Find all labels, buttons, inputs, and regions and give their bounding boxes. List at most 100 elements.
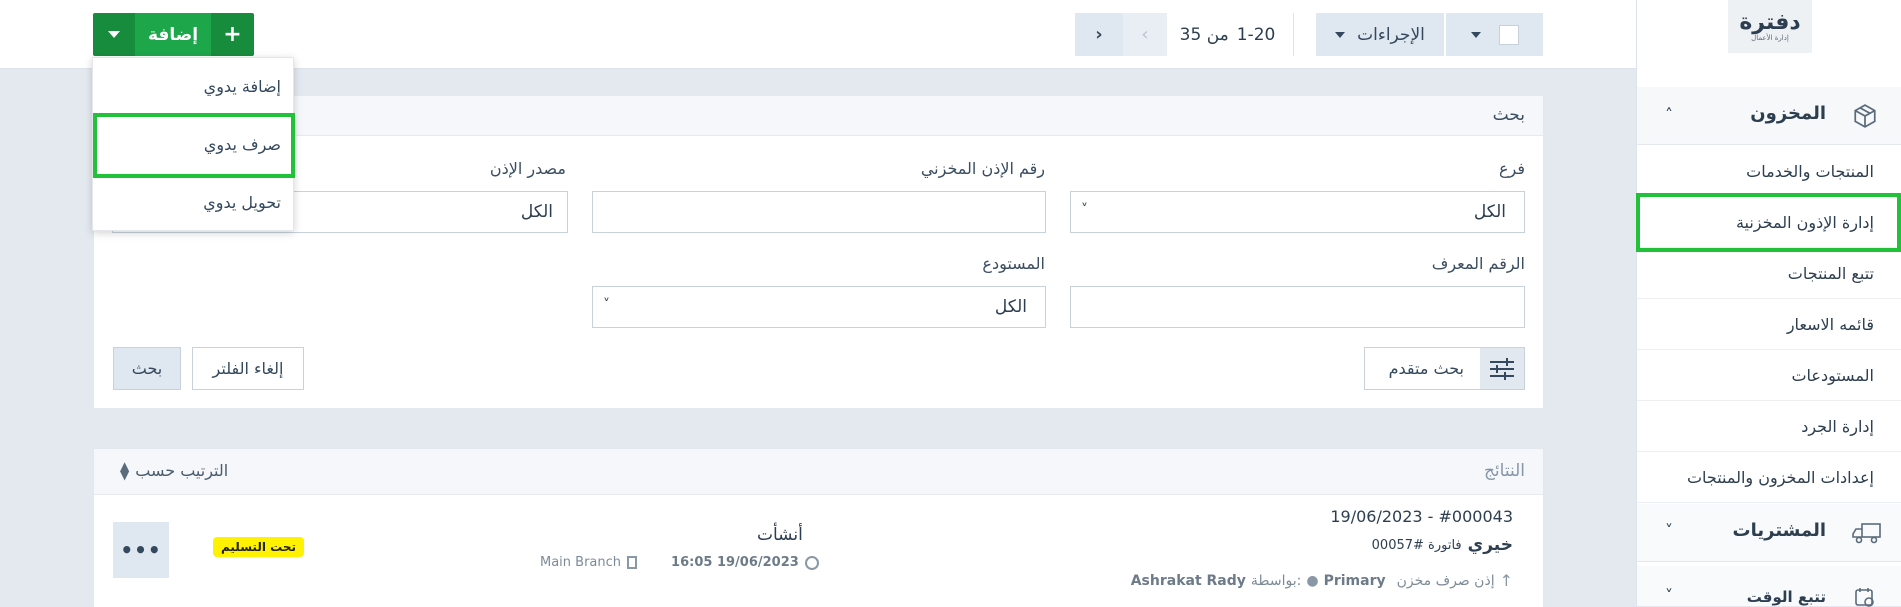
sort-icon: ▲ ▼ <box>120 459 130 482</box>
logo-text: دفترة <box>1739 9 1801 35</box>
sidebar-item-products[interactable]: المنتجات والخدمات <box>1637 146 1901 197</box>
arrow-up-icon: ↑ <box>1499 571 1513 590</box>
clock-icon <box>804 555 819 570</box>
user-icon: ● <box>1306 572 1319 589</box>
row-number-date: 19/06/2023 - #000043 <box>1330 507 1513 526</box>
box-icon <box>1854 104 1876 128</box>
table-row[interactable]: 19/06/2023 - #000043 فاتورة #00057 خيري … <box>94 495 1543 607</box>
row-branch: Main Branch <box>540 555 622 570</box>
plus-icon: + <box>223 21 242 47</box>
chevron-down-icon: ˅ <box>603 297 610 313</box>
branch-label: فرع <box>1498 159 1525 178</box>
logo: دفترة إدارة الأعمال <box>1728 0 1812 53</box>
chevron-up-icon: ˄ <box>1665 105 1673 124</box>
sidebar-item-price-lists[interactable]: قائمه الاسعار <box>1637 299 1901 350</box>
pagination-info: من 35 1-20 <box>1170 13 1285 56</box>
logo-subtitle: إدارة الأعمال <box>1751 33 1789 42</box>
sidebar-item-product-tracking[interactable]: تتبع المنتجات <box>1637 248 1901 299</box>
menu-item-label: إضافة يدوي <box>203 76 281 96</box>
row-meta-line: Main Branch 16:05 19/06/2023 <box>540 555 819 570</box>
add-button[interactable]: إضافة <box>135 13 211 56</box>
sidebar-item-label: إعدادات المخزون والمنتجات <box>1686 467 1874 487</box>
sort-button[interactable]: ▲ ▼ الترتيب حسب <box>120 459 229 482</box>
advanced-search-button[interactable]: بحث متقدم <box>1364 347 1525 390</box>
chevron-down-icon: ˅ <box>1081 202 1088 218</box>
select-all-checkbox[interactable] <box>1498 24 1519 45</box>
sidebar-item-label: المنتجات والخدمات <box>1746 161 1874 181</box>
clear-filter-label: إلغاء الفلتر <box>212 359 284 378</box>
permit-number-input[interactable] <box>592 191 1046 233</box>
warehouse-select[interactable]: ˅ الكل <box>592 286 1046 328</box>
sidebar-item-warehouses[interactable]: المستودعات <box>1637 350 1901 401</box>
row-by-label: بواسطة: <box>1250 572 1302 589</box>
row-client: خيري <box>1467 535 1513 555</box>
row-type: إذن صرف مخزن <box>1396 572 1495 589</box>
add-dropdown-toggle[interactable] <box>93 13 135 56</box>
status-badge: تحت التسليم <box>213 537 304 557</box>
sidebar-item-inventory-settings[interactable]: إعدادات المخزون والمنتجات <box>1637 452 1901 503</box>
warehouse-select-value: الكل <box>994 297 1027 317</box>
building-icon <box>627 556 638 569</box>
results-panel-title: النتائج <box>1483 461 1525 481</box>
caret-down-icon <box>1470 31 1481 38</box>
sidebar: دفترة إدارة الأعمال ˄ المخزون المنتجات و… <box>1636 0 1901 607</box>
clear-filter-button[interactable]: إلغاء الفلتر <box>192 347 304 390</box>
actions-button[interactable]: الإجراءات <box>1316 13 1444 56</box>
warehouse-label: المستودع <box>982 254 1045 273</box>
menu-item-manual-transfer[interactable]: تحويل يدوي <box>93 174 295 230</box>
previous-page-button[interactable]: ‹ <box>1123 13 1167 56</box>
ellipsis-icon: ••• <box>120 538 162 562</box>
sidebar-item-label: المستودعات <box>1791 365 1874 385</box>
search-button-label: بحث <box>131 359 163 378</box>
permit-number-label: رقم الإذن المخزني <box>920 159 1045 178</box>
sidebar-section-inventory[interactable]: ˄ المخزون <box>1637 87 1901 145</box>
highlight-manual-issue <box>93 113 295 178</box>
search-panel-title: بحث <box>1492 105 1525 125</box>
toolbar-divider <box>1293 13 1294 56</box>
branch-select-value: الكل <box>1473 202 1506 222</box>
caret-down-icon <box>1335 31 1346 38</box>
search-panel-header: بحث <box>94 96 1543 136</box>
row-warehouse: Primary <box>1323 572 1386 589</box>
sidebar-item-label: تتبع المنتجات <box>1787 263 1874 283</box>
advanced-search-label: بحث متقدم <box>1388 359 1464 378</box>
sidebar-section-title: المخزون <box>1750 103 1826 124</box>
sidebar-section-title: المشتريات <box>1732 520 1826 541</box>
chevron-down-icon: ˅ <box>1665 586 1673 605</box>
truck-icon <box>1852 523 1881 544</box>
branch-select[interactable]: ˅ الكل <box>1070 191 1525 233</box>
sidebar-item-label: قائمه الاسعار <box>1786 314 1874 334</box>
row-status-action: أنشأت <box>757 525 803 545</box>
actions-label: الإجراءات <box>1357 24 1425 45</box>
row-created-at: 16:05 19/06/2023 <box>671 555 799 570</box>
id-label: الرقم المعرف <box>1431 254 1525 273</box>
sliders-icon <box>1480 348 1524 389</box>
row-user: Ashrakat Rady <box>1130 572 1246 589</box>
search-panel: بحث <box>93 95 1544 409</box>
sidebar-section-time-tracking[interactable]: ˅ تتبع الوقت <box>1637 566 1901 607</box>
results-panel: النتائج ▲ ▼ الترتيب حسب 19/06/2023 - #000… <box>93 448 1544 607</box>
chevron-left-icon: ‹ <box>1141 24 1149 45</box>
menu-item-label: تحويل يدوي <box>203 192 281 212</box>
row-details-line: Ashrakat Rady بواسطة: ● Primary إذن صرف … <box>1131 571 1513 590</box>
caret-down-icon <box>108 31 120 38</box>
add-plus-button[interactable]: + <box>211 13 254 56</box>
select-all-dropdown[interactable] <box>1446 13 1543 56</box>
next-page-button[interactable]: › <box>1075 13 1123 56</box>
sidebar-item-label: إدارة الجرد <box>1801 416 1874 436</box>
pagination-range: 1-20 <box>1236 24 1276 45</box>
row-client-line: فاتورة #00057 خيري <box>1372 535 1513 555</box>
search-button[interactable]: بحث <box>113 347 181 390</box>
sidebar-section-purchases[interactable]: ˅ المشتريات <box>1637 504 1901 562</box>
sort-label: الترتيب حسب <box>135 461 229 480</box>
id-input[interactable] <box>1070 286 1525 328</box>
sidebar-section-title: تتبع الوقت <box>1746 588 1826 606</box>
row-invoice: فاتورة #00057 <box>1371 537 1462 553</box>
add-button-label: إضافة <box>147 24 199 45</box>
highlight-stock-permits <box>1636 193 1901 252</box>
menu-item-manual-addition[interactable]: إضافة يدوي <box>93 58 295 114</box>
chevron-down-icon: ˅ <box>1665 521 1673 540</box>
permit-source-value: الكل <box>520 202 553 222</box>
row-more-button[interactable]: ••• <box>113 522 169 578</box>
sidebar-item-stocktaking[interactable]: إدارة الجرد <box>1637 401 1901 452</box>
